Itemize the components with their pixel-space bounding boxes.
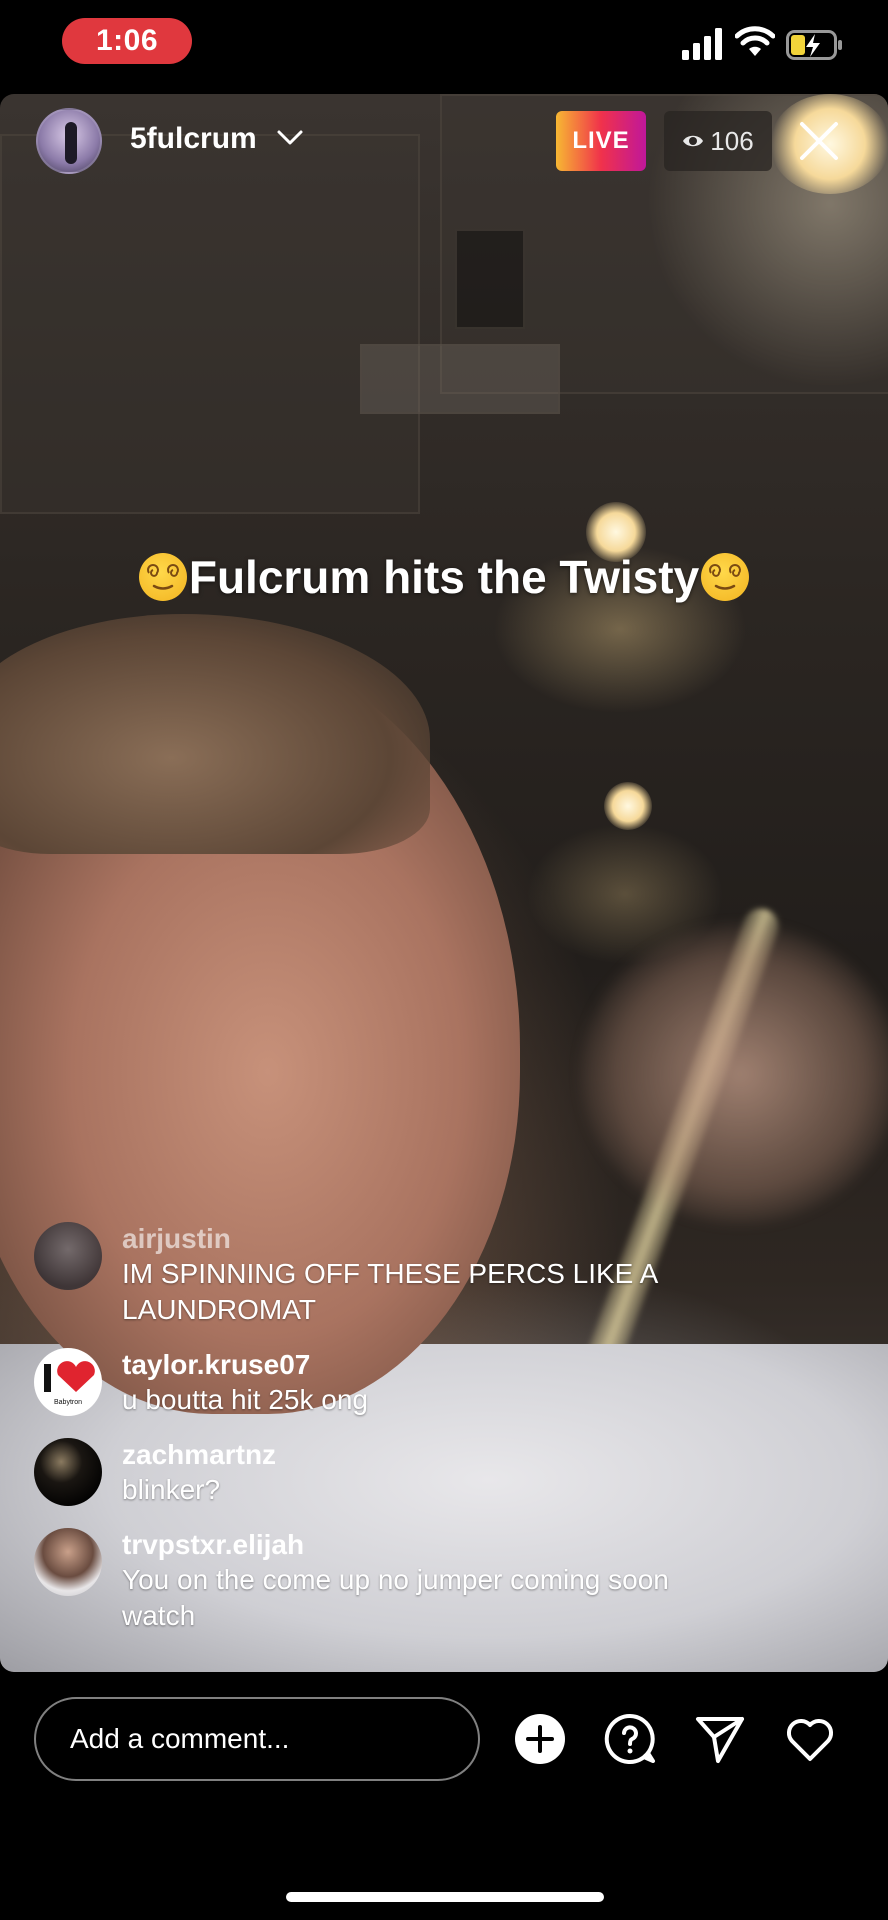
wifi-icon: [735, 26, 775, 56]
question-icon[interactable]: [604, 1713, 656, 1765]
send-icon[interactable]: [694, 1713, 746, 1765]
host-avatar[interactable]: [36, 108, 102, 174]
comment-text: You on the come up no jumper coming soon…: [122, 1564, 669, 1631]
comment-item[interactable]: zachmartnz blinker?: [34, 1438, 674, 1508]
cellular-signal-icon: [682, 28, 722, 60]
comment-avatar[interactable]: [34, 1438, 102, 1506]
comment-item[interactable]: airjustin IM SPINNING OFF THESE PERCS LI…: [34, 1222, 674, 1328]
comment-feed: airjustin IM SPINNING OFF THESE PERCS LI…: [34, 1222, 674, 1654]
comment-avatar[interactable]: Babytron: [34, 1348, 102, 1416]
ceiling-panel: [0, 134, 420, 514]
host-username[interactable]: 5fulcrum: [130, 122, 257, 156]
close-icon[interactable]: [796, 118, 842, 164]
comment-text: u boutta hit 25k ong: [122, 1384, 368, 1415]
ceiling-light: [604, 782, 652, 830]
i-love-logo-icon: Babytron: [44, 1361, 95, 1406]
eye-icon: [683, 135, 704, 147]
comment-avatar[interactable]: [34, 1222, 102, 1290]
live-title: Fulcrum hits the Twisty: [0, 550, 888, 604]
chevron-down-icon[interactable]: [276, 128, 304, 148]
ceiling-vent: [455, 229, 525, 329]
live-title-text: Fulcrum hits the Twisty: [188, 551, 700, 603]
hair: [0, 614, 430, 854]
comment-username[interactable]: taylor.kruse07: [122, 1348, 368, 1382]
comment-text: IM SPINNING OFF THESE PERCS LIKE A LAUND…: [122, 1258, 657, 1325]
comment-username[interactable]: airjustin: [122, 1222, 674, 1256]
comment-avatar[interactable]: [34, 1528, 102, 1596]
dizzy-face-icon: [701, 553, 750, 601]
status-bar: 1:06: [0, 0, 888, 90]
comment-item[interactable]: Babytron taylor.kruse07 u boutta hit 25k…: [34, 1348, 674, 1418]
comment-username[interactable]: trvpstxr.elijah: [122, 1528, 674, 1562]
battery-charging-icon: [786, 30, 842, 60]
babytron-label: Babytron: [54, 1399, 82, 1406]
blurred-hand: [580, 924, 888, 1224]
plus-circle-icon[interactable]: [514, 1713, 566, 1765]
dizzy-face-icon: [138, 553, 187, 601]
comment-username[interactable]: zachmartnz: [122, 1438, 276, 1472]
ceiling-vent: [360, 344, 560, 414]
viewer-count[interactable]: 106: [664, 111, 772, 171]
viewer-count-value: 106: [710, 125, 754, 156]
status-time[interactable]: 1:06: [62, 18, 192, 64]
live-badge: LIVE: [556, 111, 646, 171]
comment-input[interactable]: Add a comment...: [34, 1697, 480, 1781]
home-indicator[interactable]: [286, 1892, 604, 1902]
comment-text: blinker?: [122, 1474, 221, 1505]
comment-item[interactable]: trvpstxr.elijah You on the come up no ju…: [34, 1528, 674, 1634]
heart-icon[interactable]: [784, 1713, 836, 1765]
